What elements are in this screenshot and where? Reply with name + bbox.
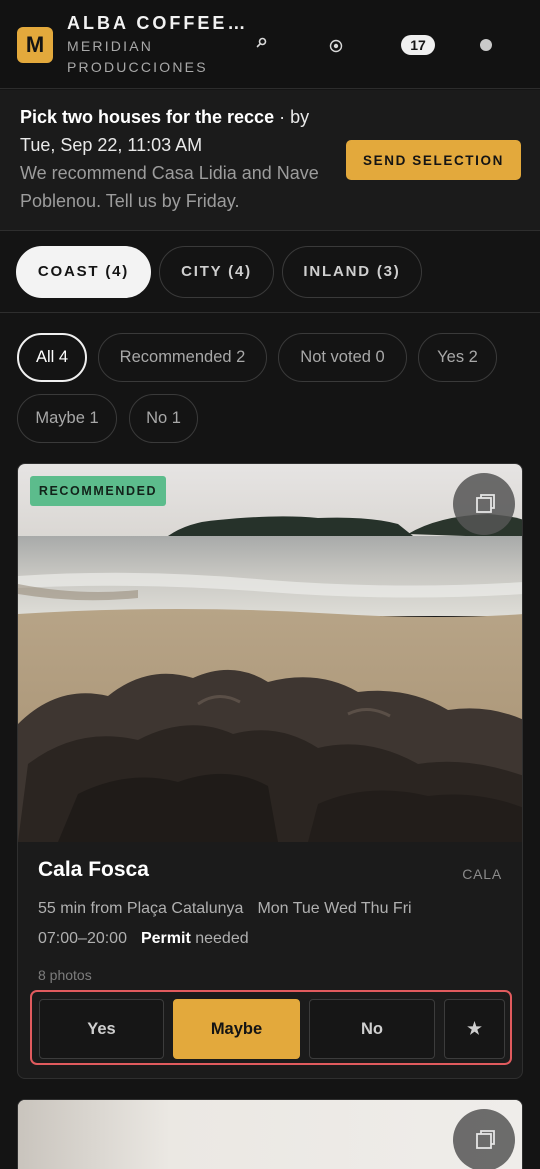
permit-label: Permit — [140, 930, 191, 947]
logo: M — [17, 27, 53, 63]
gallery-button[interactable] — [453, 473, 515, 535]
location-hours-row: 07:00–20:00 Permit needed — [38, 930, 249, 948]
selection-banner: Pick two houses for the recce · by Tue, … — [0, 90, 540, 231]
location-card-next[interactable] — [17, 1099, 523, 1169]
filter-not-voted[interactable]: Not voted 0 — [278, 333, 407, 382]
tab-inland[interactable]: INLAND (3) — [282, 246, 422, 298]
deadline-prefix: · by — [274, 107, 310, 127]
recommended-badge: RECOMMENDED — [30, 476, 166, 506]
send-selection-button[interactable]: SEND SELECTION — [346, 140, 521, 180]
location-card[interactable]: RECOMMENDED Cala Fosca CALA 55 min from … — [17, 463, 523, 1079]
region-tabs: COAST (4) CITY (4) INLAND (3) — [0, 232, 540, 313]
filter-yes[interactable]: Yes 2 — [418, 333, 497, 382]
filter-maybe[interactable]: Maybe 1 — [17, 394, 117, 443]
app-header: M ALBA COFFEE… MERIDIAN PRODUCCIONES 17 — [0, 0, 540, 89]
available-days: Mon Tue Wed Thu Fri — [257, 900, 412, 917]
search-icon[interactable] — [254, 36, 268, 50]
location-photo-next[interactable] — [18, 1100, 523, 1169]
target-icon[interactable] — [329, 39, 343, 53]
brand: ALBA COFFEE… MERIDIAN PRODUCCIONES — [67, 13, 248, 78]
filter-recommended[interactable]: Recommended 2 — [98, 333, 267, 382]
filter-all[interactable]: All 4 — [17, 333, 87, 382]
hours: 07:00–20:00 — [38, 930, 127, 947]
travel-time: 55 min from Plaça Catalunya — [38, 900, 244, 917]
location-type: CALA — [462, 866, 502, 882]
avatar-dot-icon[interactable] — [480, 39, 492, 51]
permit-status: Permit needed — [141, 930, 249, 947]
copy-icon — [476, 1130, 495, 1149]
tab-coast[interactable]: COAST (4) — [16, 246, 151, 298]
project-title: ALBA COFFEE… — [67, 13, 249, 33]
copy-icon — [476, 494, 495, 513]
filter-no[interactable]: No 1 — [129, 394, 198, 443]
permit-detail: needed — [190, 930, 249, 947]
vote-yes-button[interactable]: Yes — [39, 999, 164, 1059]
deadline: Tue, Sep 22, 11:03 AM — [20, 135, 203, 155]
location-meta: 55 min from Plaça Catalunya Mon Tue Wed T… — [38, 900, 412, 918]
star-button[interactable]: ★ — [444, 999, 505, 1059]
vote-maybe-button[interactable]: Maybe — [173, 999, 300, 1059]
company-name: MERIDIAN PRODUCCIONES — [67, 38, 208, 75]
banner-text: Pick two houses for the recce · by Tue, … — [20, 103, 330, 215]
photos-count: 8 photos — [38, 967, 92, 983]
gallery-button-next[interactable] — [453, 1109, 515, 1169]
banner-title: Pick two houses for the recce — [20, 107, 275, 127]
notification-count-badge[interactable]: 17 — [401, 35, 435, 55]
vote-group: Yes Maybe No ★ — [30, 990, 512, 1065]
banner-note: We recommend Casa Lidia and Nave Pobleno… — [20, 163, 319, 211]
location-photo[interactable] — [18, 464, 523, 842]
vote-no-button[interactable]: No — [309, 999, 435, 1059]
location-name: Cala Fosca — [38, 858, 149, 881]
tab-city[interactable]: CITY (4) — [159, 246, 274, 298]
